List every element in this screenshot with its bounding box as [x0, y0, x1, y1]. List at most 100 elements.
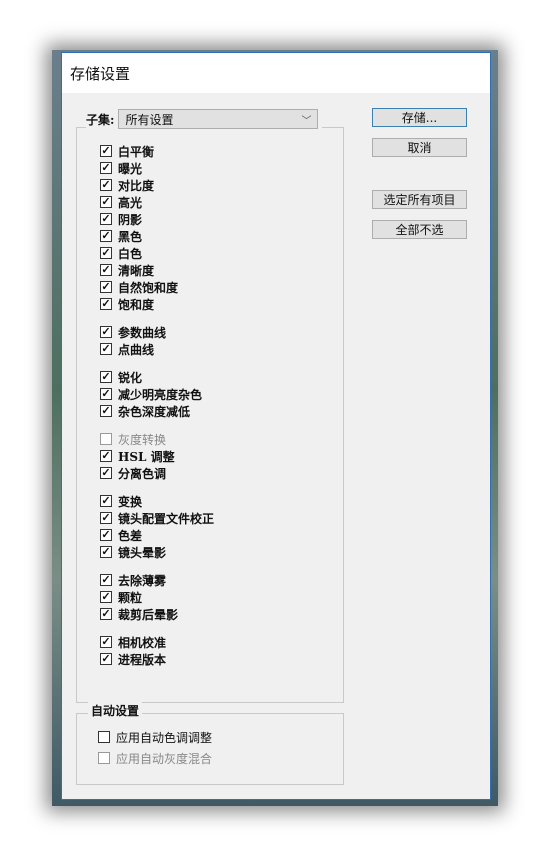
checkbox-checked[interactable]: ✓ [100, 196, 112, 208]
checkbox-label: 饱和度 [118, 297, 155, 312]
checkbox-checked[interactable]: ✓ [100, 213, 112, 225]
checkbox-label: 参数曲线 [118, 325, 167, 340]
checkbox-label: 相机校准 [118, 635, 167, 650]
cancel-button[interactable]: 取消 [372, 138, 467, 157]
checkbox-row[interactable]: ✓ 参数曲线 [100, 324, 166, 340]
checkbox-label: 点曲线 [118, 342, 155, 357]
subset-label: 子集: [86, 112, 115, 127]
checkbox-checked[interactable]: ✓ [100, 179, 112, 191]
select-all-button[interactable]: 选定所有项目 [372, 190, 467, 209]
checkbox-label: 进程版本 [118, 652, 167, 667]
checkbox-checked[interactable]: ✓ [100, 247, 112, 259]
checkbox-checked[interactable]: ✓ [100, 145, 112, 157]
checkbox-row[interactable]: ✓ 镜头晕影 [100, 544, 166, 560]
checkbox-checked[interactable]: ✓ [100, 405, 112, 417]
checkbox-row[interactable]: ✓ 阴影 [100, 211, 142, 227]
checkbox-row[interactable]: ✓ 黑色 [100, 228, 142, 244]
checkbox-checked[interactable]: ✓ [100, 636, 112, 648]
checkbox-row[interactable]: ✓ HSL 调整 [100, 448, 175, 464]
checkbox-unchecked[interactable] [100, 433, 112, 445]
checkbox-checked[interactable]: ✓ [100, 343, 112, 355]
checkbox-checked[interactable]: ✓ [100, 467, 112, 479]
checkbox-checked[interactable]: ✓ [100, 281, 112, 293]
checkbox-checked[interactable]: ✓ [100, 653, 112, 665]
select-none-button[interactable]: 全部不选 [372, 220, 467, 239]
checkbox-row[interactable]: ✓ 相机校准 [100, 634, 166, 650]
checkbox-row[interactable]: ✓ 自然饱和度 [100, 279, 178, 295]
checkbox-row[interactable]: ✓ 进程版本 [100, 651, 166, 667]
checkbox-label: 阴影 [118, 212, 143, 227]
checkbox-checked[interactable]: ✓ [100, 450, 112, 462]
checkbox-label: 色差 [118, 528, 143, 543]
checkbox-label: 灰度转换 [118, 432, 167, 447]
checkbox-label: 镜头晕影 [118, 545, 167, 560]
checkbox-label: 杂色深度减低 [118, 404, 191, 419]
checkbox-checked[interactable]: ✓ [100, 574, 112, 586]
auto-settings-legend: 自动设置 [88, 702, 143, 719]
checkbox-row[interactable]: ✓ 高光 [100, 194, 142, 210]
checkbox-label: 镜头配置文件校正 [118, 511, 215, 526]
chevron-down-icon: ﹀ [301, 115, 312, 127]
checkbox-row[interactable]: ✓ 减少明亮度杂色 [100, 386, 202, 402]
checkbox-unchecked[interactable] [98, 752, 110, 764]
checkbox-label: 白平衡 [118, 144, 155, 159]
checkbox-checked[interactable]: ✓ [100, 264, 112, 276]
checkbox-label: 高光 [118, 195, 143, 210]
checkbox-row[interactable]: 灰度转换 [100, 431, 166, 447]
checkbox-label: 去除薄雾 [118, 573, 167, 588]
checkbox-checked[interactable]: ✓ [100, 591, 112, 603]
checkbox-label: HSL 调整 [118, 449, 175, 464]
checkbox-row[interactable]: ✓ 裁剪后晕影 [100, 606, 178, 622]
checkbox-label: 应用自动色调调整 [116, 730, 213, 745]
checkbox-row[interactable]: ✓ 饱和度 [100, 296, 154, 312]
dialog-title: 存储设置 [70, 64, 131, 83]
checkbox-label: 锐化 [118, 370, 143, 385]
checkbox-row[interactable]: ✓ 白色 [100, 245, 142, 261]
checkbox-row[interactable]: ✓ 锐化 [100, 369, 142, 385]
checkbox-checked[interactable]: ✓ [100, 230, 112, 242]
checkbox-label: 黑色 [118, 229, 143, 244]
checkbox-row[interactable]: ✓ 白平衡 [100, 143, 154, 159]
checkbox-label: 裁剪后晕影 [118, 607, 179, 622]
checkbox-label: 分离色调 [118, 466, 167, 481]
checkbox-unchecked[interactable] [98, 731, 110, 743]
checkbox-label: 曝光 [118, 161, 143, 176]
checkbox-row[interactable]: ✓ 变换 [100, 493, 142, 509]
checkbox-checked[interactable]: ✓ [100, 512, 112, 524]
checkbox-row[interactable]: ✓ 对比度 [100, 177, 154, 193]
subset-row: 子集: 所有设置 ﹀ [86, 108, 323, 130]
checkbox-row[interactable]: ✓ 点曲线 [100, 341, 154, 357]
checkbox-row[interactable]: ✓ 曝光 [100, 160, 142, 176]
subset-dropdown-value: 所有设置 [125, 112, 174, 127]
checkbox-row[interactable]: ✓ 清晰度 [100, 262, 154, 278]
save-button[interactable]: 存储... [372, 108, 467, 127]
checkbox-checked[interactable]: ✓ [100, 298, 112, 310]
checkbox-label: 白色 [118, 246, 143, 261]
checkbox-label: 对比度 [118, 178, 155, 193]
checkbox-row[interactable]: ✓ 去除薄雾 [100, 572, 166, 588]
checkbox-row[interactable]: ✓ 颗粒 [100, 589, 142, 605]
checkbox-label: 颗粒 [118, 590, 143, 605]
checkbox-checked[interactable]: ✓ [100, 326, 112, 338]
checkbox-label: 减少明亮度杂色 [118, 387, 203, 402]
checkbox-label: 自然饱和度 [118, 280, 179, 295]
auto-checkbox-row[interactable]: 应用自动灰度混合 [98, 750, 212, 766]
subset-dropdown[interactable]: 所有设置 ﹀ [118, 109, 319, 129]
checkbox-row[interactable]: ✓ 镜头配置文件校正 [100, 510, 214, 526]
checkbox-checked[interactable]: ✓ [100, 546, 112, 558]
checkbox-checked[interactable]: ✓ [100, 529, 112, 541]
auto-checkbox-row[interactable]: 应用自动色调调整 [98, 729, 212, 745]
dialog-titlebar: 存储设置 [62, 53, 490, 93]
save-settings-dialog: 存储设置 子集: 所有设置 ﹀ 存储... 取消 选定所有项目 全部不选 ✓ 白平… [61, 52, 491, 800]
checkbox-row[interactable]: ✓ 分离色调 [100, 465, 166, 481]
checkbox-label: 应用自动灰度混合 [116, 751, 213, 766]
checkbox-checked[interactable]: ✓ [100, 162, 112, 174]
checkbox-label: 清晰度 [118, 263, 155, 278]
checkbox-row[interactable]: ✓ 色差 [100, 527, 142, 543]
checkbox-checked[interactable]: ✓ [100, 495, 112, 507]
checkbox-checked[interactable]: ✓ [100, 608, 112, 620]
checkbox-checked[interactable]: ✓ [100, 371, 112, 383]
checkbox-label: 变换 [118, 494, 143, 509]
checkbox-row[interactable]: ✓ 杂色深度减低 [100, 403, 190, 419]
checkbox-checked[interactable]: ✓ [100, 388, 112, 400]
